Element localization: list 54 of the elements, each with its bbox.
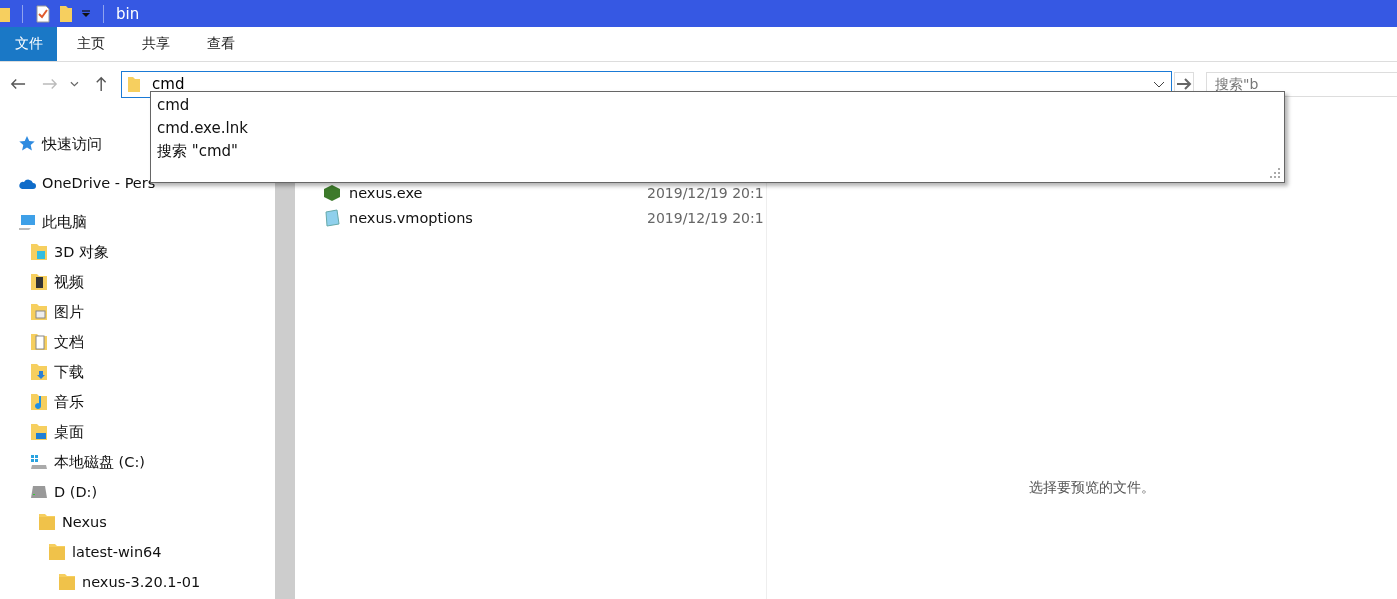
suggestion-item[interactable]: cmd.exe.lnk	[157, 117, 1278, 140]
folder-icon	[128, 76, 141, 92]
ribbon-tab[interactable]: 查看	[187, 27, 252, 61]
nav-icon	[30, 453, 48, 471]
nav-item[interactable]: 本地磁盘 (C:)	[54, 452, 145, 472]
nav-icon	[30, 483, 48, 501]
nav-icon	[18, 135, 36, 153]
up-arrow-icon[interactable]	[94, 75, 108, 93]
nav-icon	[30, 243, 48, 261]
file-date: 2019/12/19 20:1	[647, 184, 764, 201]
nav-item[interactable]: latest-win64	[72, 544, 162, 560]
nav-item[interactable]: Nexus	[62, 514, 107, 530]
nav-item[interactable]: nexus-3.20.1-01	[82, 574, 201, 590]
resize-grip-icon[interactable]	[1269, 167, 1281, 179]
nav-icon	[30, 333, 48, 351]
nav-icon	[30, 363, 48, 381]
chevron-down-icon[interactable]	[1153, 80, 1166, 88]
nav-item[interactable]: D (D:)	[54, 484, 98, 500]
nav-item[interactable]: 桌面	[54, 422, 84, 442]
nav-icon	[18, 213, 36, 231]
ribbon-tab[interactable]: 主页	[57, 27, 122, 61]
folder-icon[interactable]	[59, 4, 73, 23]
file-name[interactable]: nexus.vmoptions	[349, 209, 639, 226]
preview-message: 选择要预览的文件。	[1029, 479, 1155, 497]
nav-icon	[48, 543, 66, 561]
nav-icon	[58, 573, 76, 591]
nav-item[interactable]: OneDrive - Pers	[42, 175, 156, 191]
nav-icon	[30, 303, 48, 321]
nav-item[interactable]: 文档	[54, 332, 84, 352]
search-field[interactable]: 搜索"b	[1206, 71, 1397, 97]
suggestion-item[interactable]: 搜索 "cmd"	[157, 140, 1278, 163]
nav-icon	[30, 423, 48, 441]
nav-item[interactable]: 此电脑	[42, 212, 87, 232]
nav-icon	[30, 393, 48, 411]
nav-item[interactable]: 快速访问	[42, 134, 102, 154]
nav-icon	[30, 273, 48, 291]
back-icon[interactable]	[10, 77, 26, 91]
nav-item[interactable]: 图片	[54, 302, 84, 322]
file-date: 2019/12/19 20:1	[647, 209, 764, 226]
ribbon-tab[interactable]: 文件	[0, 27, 57, 61]
window-title: bin	[116, 4, 140, 23]
properties-icon[interactable]	[35, 4, 51, 23]
notepad-icon	[323, 208, 341, 227]
folder-icon[interactable]	[0, 5, 10, 22]
nav-item[interactable]: 视频	[54, 272, 84, 292]
chevron-down-icon[interactable]	[69, 81, 79, 87]
nav-item[interactable]: 3D 对象	[54, 242, 109, 262]
caret-icon[interactable]	[81, 9, 91, 18]
nav-icon	[38, 513, 56, 531]
file-name[interactable]: nexus.exe	[349, 184, 639, 201]
nav-item[interactable]: 下载	[54, 362, 84, 382]
ribbon-tab[interactable]: 共享	[122, 27, 187, 61]
cube-icon	[323, 183, 341, 202]
nav-item[interactable]: 音乐	[54, 392, 84, 412]
